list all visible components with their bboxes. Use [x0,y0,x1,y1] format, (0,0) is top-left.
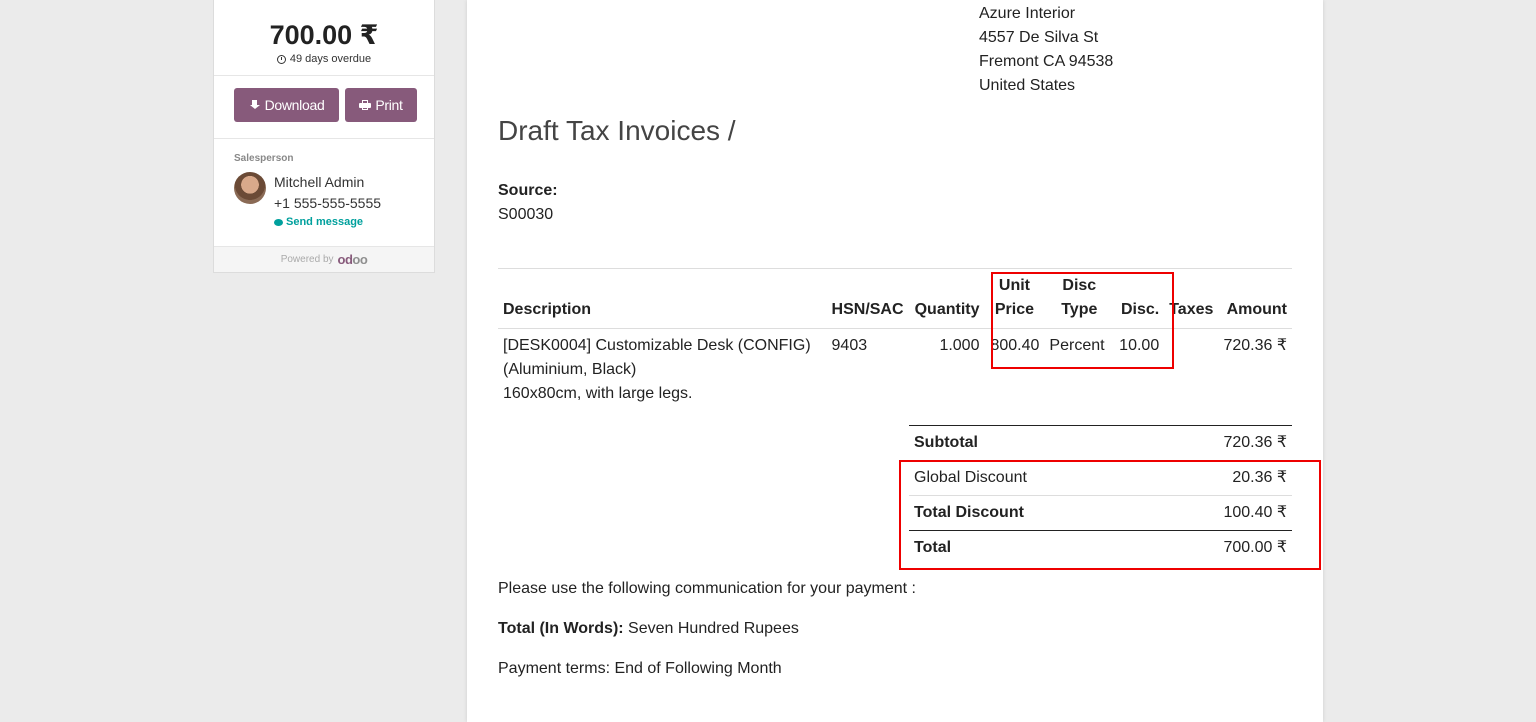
send-message-link[interactable]: Send message [274,216,381,228]
total-in-words-value: Seven Hundred Rupees [623,620,799,637]
col-quantity: Quantity [908,272,985,329]
powered-by: Powered by odoo [214,247,434,272]
address-line: Azure Interior [979,5,1076,22]
subtotal-row: Subtotal 720.36 ₹ [909,425,1292,461]
overdue-text: 49 days overdue [289,53,372,65]
line-description-3: 160x80cm, with large legs. [503,385,693,402]
avatar [234,172,266,204]
customer-address: Azure Interior 4557 De Silva St Fremont … [979,2,1113,98]
odoo-logo[interactable]: odoo [338,252,368,267]
download-icon [249,99,261,111]
download-label: Download [264,97,325,113]
total-in-words-label: Total (In Words): [498,620,624,637]
col-hsn: HSN/SAC [826,272,909,329]
overdue-status: 49 days overdue [214,52,434,66]
line-amount: 720.36 ₹ [1223,337,1287,354]
line-description-2: (Aluminium, Black) [503,361,637,378]
payment-communication: Please use the following communication f… [498,580,916,597]
action-buttons: Download Print [214,76,434,139]
download-button[interactable]: Download [234,88,339,122]
salesperson-label: Salesperson [234,153,294,164]
subtotal-value: 720.36 ₹ [1148,425,1292,461]
line-quantity: 1.000 [939,337,980,354]
print-label: Print [375,97,403,113]
odoo-logo-prefix: od [337,252,353,267]
address-line: 4557 De Silva St [979,29,1099,46]
amount-due: 700.00 ₹ [269,20,379,50]
highlight-box-discounts [899,460,1321,570]
page-title: Draft Tax Invoices / [498,115,736,146]
line-description-1: [DESK0004] Customizable Desk (CONFIG) [503,337,811,354]
salesperson-phone: +1 555-555-5555 [274,195,382,211]
address-line: United States [979,77,1076,94]
divider [498,268,1292,269]
clock-icon [276,54,286,64]
source-value: S00030 [498,206,554,223]
invoice-document: Azure Interior 4557 De Silva St Fremont … [467,0,1323,722]
send-message-label: Send message [286,216,364,228]
col-amount: Amount [1218,272,1292,329]
amount-section: 700.00 ₹ 49 days overdue [214,0,434,76]
print-button[interactable]: Print [345,88,417,122]
line-hsn: 9403 [831,337,868,354]
salesperson-name: Mitchell Admin [274,174,365,190]
source-label: Source: [498,182,558,199]
payment-terms: Payment terms: End of Following Month [498,660,782,677]
powered-by-text: Powered by [280,254,334,265]
col-description: Description [498,272,827,329]
portal-sidebar: 700.00 ₹ 49 days overdue Download Print … [213,0,435,273]
highlight-box-discount-columns [991,272,1174,369]
subtotal-label: Subtotal [909,425,1149,461]
line-description: [DESK0004] Customizable Desk (CONFIG) (A… [498,329,827,412]
odoo-logo-suffix: oo [352,252,368,267]
total-in-words: Total (In Words): Seven Hundred Rupees [498,620,799,638]
address-line: Fremont CA 94538 [979,53,1114,70]
print-icon [359,99,372,111]
salesperson-section: Salesperson Mitchell Admin +1 555-555-55… [214,139,434,247]
chat-icon [274,218,283,226]
